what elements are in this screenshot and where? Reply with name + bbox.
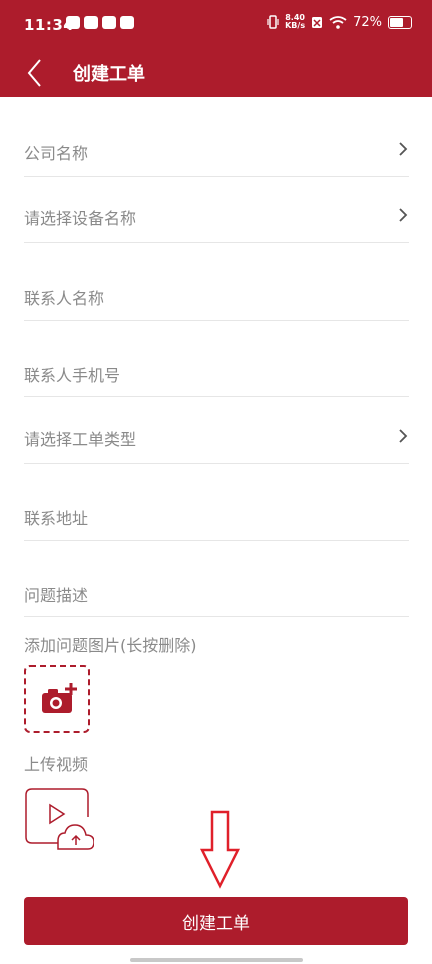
problem-description-input[interactable]: 问题描述 [24,540,409,617]
battery-icon [388,15,412,29]
contact-name-placeholder: 联系人名称 [24,289,105,308]
status-bar: 11:34 8.40 KB/s 72% [0,0,432,50]
contact-phone-placeholder: 联系人手机号 [24,366,121,385]
camera-add-icon [42,683,77,713]
chevron-right-icon [399,429,408,443]
page-title: 创建工单 [73,64,145,85]
mail-icon [66,16,80,29]
device-label: 请选择设备名称 [24,209,137,228]
contact-name-input[interactable]: 联系人名称 [24,242,409,321]
upload-video-button[interactable] [24,787,95,851]
home-indicator [130,958,303,962]
create-order-button[interactable]: 创建工单 [24,897,408,945]
video-upload-label: 上传视频 [24,755,89,774]
address-input[interactable]: 联系地址 [24,463,409,541]
message-icon [102,16,116,29]
company-label: 公司名称 [24,144,89,163]
app-notification-icon [84,16,98,29]
contact-phone-input[interactable]: 联系人手机号 [24,320,409,397]
company-select[interactable]: 公司名称 [24,120,409,177]
address-placeholder: 联系地址 [24,509,89,528]
chevron-right-icon [399,142,408,156]
status-right: 8.40 KB/s 72% [267,14,412,30]
battery-percent: 72% [353,14,382,30]
sync-icon [120,16,134,29]
notification-icons [66,16,134,29]
app-header: 11:34 8.40 KB/s 72% 创建工单 [0,0,432,97]
chevron-right-icon [399,208,408,222]
image-upload-label: 添加问题图片(长按删除) [24,636,197,655]
video-upload-icon [25,788,95,850]
network-speed: 8.40 KB/s [285,13,306,30]
device-select[interactable]: 请选择设备名称 [24,176,409,243]
order-type-select[interactable]: 请选择工单类型 [24,396,409,464]
order-type-label: 请选择工单类型 [24,430,137,449]
arrow-down-icon [199,810,241,889]
add-photo-button[interactable] [24,665,90,733]
toolbar: 创建工单 [0,50,432,97]
problem-placeholder: 问题描述 [24,586,89,605]
sim-icon [312,16,323,28]
vibrate-icon [267,15,279,29]
back-arrow-icon[interactable] [22,56,52,90]
wifi-icon [329,15,347,29]
